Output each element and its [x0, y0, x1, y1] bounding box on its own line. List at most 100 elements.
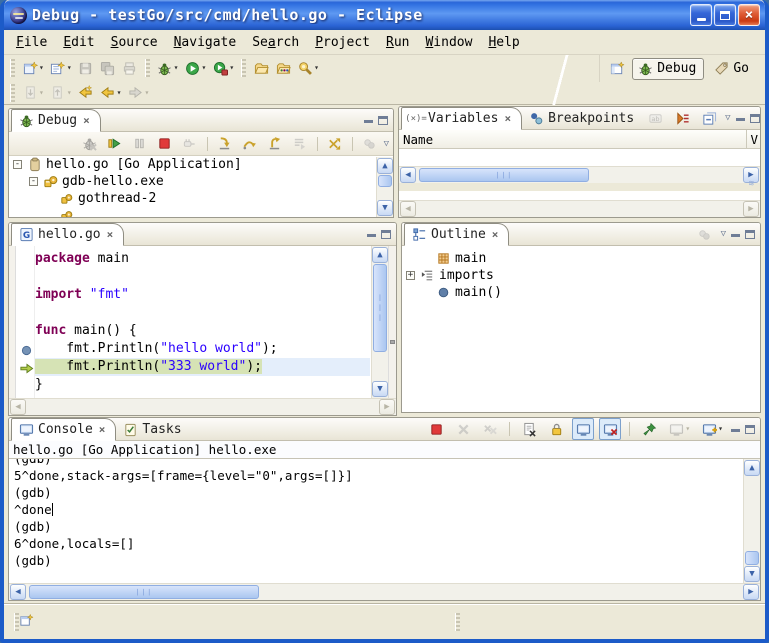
toolbar-gripper[interactable] [241, 59, 246, 77]
scroll-down-icon[interactable]: ▼ [372, 381, 388, 397]
detail-pane[interactable] [399, 191, 760, 200]
view-menu-icon[interactable]: ▽ [384, 139, 389, 149]
tree-item-hellogo[interactable]: -hello.go [Go Application] [9, 156, 393, 173]
terminate-button[interactable] [425, 418, 447, 440]
code-line-8[interactable]: } [35, 376, 370, 394]
display-selected-console-dropdown-icon[interactable]: ▾ [685, 425, 690, 433]
scroll-up-icon[interactable]: ▲ [372, 247, 388, 263]
step-into-button[interactable] [214, 133, 236, 155]
tab-variables[interactable]: (×)=Variables× [401, 107, 522, 130]
menu-help[interactable]: Help [480, 32, 527, 53]
forward-dropdown-icon[interactable]: ▾ [144, 89, 149, 97]
search-button[interactable]: ▾ [294, 57, 322, 79]
add-global-variables-button[interactable] [671, 107, 693, 129]
view-minimize-icon[interactable] [731, 234, 740, 237]
collapse-icon[interactable]: - [13, 160, 22, 169]
perspective-debug-button[interactable]: Debug [632, 58, 704, 80]
scroll-right-icon[interactable]: ▶ [743, 584, 759, 600]
menu-window[interactable]: Window [417, 32, 480, 53]
run-launch-dropdown-icon[interactable]: ▾ [201, 64, 206, 72]
breakpoint-icon[interactable] [18, 342, 32, 356]
scroll-thumb[interactable] [745, 551, 759, 565]
scroll-up-icon[interactable]: ▲ [377, 158, 393, 174]
prev-annotation-dropdown-icon[interactable]: ▾ [67, 89, 72, 97]
open-perspective-button[interactable] [606, 58, 628, 80]
debug-launch-button[interactable]: ▾ [154, 57, 182, 79]
tab-close-icon[interactable]: × [492, 228, 499, 241]
scroll-thumb[interactable]: ❘❘❘ [29, 585, 259, 599]
code-line-7[interactable]: fmt.Println("333 world"); [35, 358, 370, 376]
detail-hscrollbar[interactable]: ◀ ▶ [399, 200, 760, 217]
last-edit-location-button[interactable] [75, 82, 97, 104]
back-dropdown-icon[interactable]: ▾ [117, 89, 122, 97]
code-line-4[interactable] [35, 304, 370, 322]
open-resource-button[interactable] [250, 57, 272, 79]
view-maximize-icon[interactable] [381, 230, 391, 239]
toolbar-gripper[interactable] [145, 59, 150, 77]
console-vscrollbar[interactable]: ▲ ▼ [743, 459, 760, 583]
next-annotation-dropdown-icon[interactable]: ▾ [39, 89, 44, 97]
pin-console-button[interactable] [638, 418, 660, 440]
perspective-go-button[interactable]: Go [708, 58, 757, 80]
view-menu-icon[interactable]: ▽ [725, 113, 730, 123]
menu-file[interactable]: File [8, 32, 55, 53]
resume-button[interactable] [104, 133, 126, 155]
code-line-5[interactable]: func main() { [35, 322, 370, 340]
tab-close-icon[interactable]: × [83, 114, 90, 127]
tree-item-main[interactable]: main() [402, 284, 760, 301]
view-maximize-icon[interactable] [745, 425, 755, 434]
view-minimize-icon[interactable] [736, 118, 745, 121]
tab-hello.go[interactable]: Ghello.go× [11, 223, 124, 246]
overview-annotation[interactable] [390, 340, 395, 344]
code-line-1[interactable]: package main [35, 250, 370, 268]
undefined-button[interactable] [509, 422, 510, 436]
close-button[interactable]: × [738, 4, 760, 26]
column-value[interactable]: V [746, 130, 758, 148]
tab-tasks[interactable]: Tasks [116, 418, 191, 440]
view-minimize-icon[interactable] [364, 120, 373, 123]
tree-item-gdb-helloexe[interactable]: -gdb-hello.exe [9, 173, 393, 190]
undefined-button[interactable] [629, 422, 630, 436]
scroll-left-icon[interactable]: ◀ [400, 167, 416, 183]
scroll-left-icon[interactable]: ◀ [10, 584, 26, 600]
menu-edit[interactable]: Edit [55, 32, 102, 53]
new-wizard-dropdown-icon[interactable]: ▾ [39, 64, 44, 72]
new-wizard-button[interactable]: ▾ [19, 57, 47, 79]
clear-console-button[interactable] [518, 418, 540, 440]
step-over-button[interactable] [239, 133, 261, 155]
code-line-6[interactable]: fmt.Println("hello world"); [35, 340, 370, 358]
menu-search[interactable]: Search [244, 32, 307, 53]
editor-hscrollbar[interactable]: ◀ ▶ [9, 398, 396, 415]
code-line-3[interactable]: import "fmt" [35, 286, 370, 304]
tab-debug[interactable]: Debug× [11, 109, 101, 132]
console-hscrollbar[interactable]: ◀ ❘❘❘ ▶ [9, 583, 760, 600]
scroll-thumb[interactable]: ❘❘❘ [373, 264, 387, 352]
show-stderr-button[interactable] [599, 418, 621, 440]
code-line-2[interactable] [35, 268, 370, 286]
tab-breakpoints[interactable]: Breakpoints [522, 107, 644, 129]
scroll-up-icon[interactable]: ▲ [744, 460, 760, 476]
tree-item-gothread-2[interactable]: gothread-2 [9, 190, 393, 207]
variables-empty-row[interactable] [399, 149, 760, 165]
search-dropdown-icon[interactable]: ▾ [314, 64, 319, 72]
scroll-thumb[interactable] [378, 175, 392, 187]
editor-code-area[interactable]: package main import "fmt" func main() { fm… [35, 250, 370, 394]
new-source-dropdown-icon[interactable]: ▾ [67, 64, 72, 72]
tree-item-imports[interactable]: +imports [402, 267, 760, 284]
instruction-pointer-icon[interactable] [18, 360, 32, 374]
new-source-button[interactable]: ▾ [47, 57, 75, 79]
maximize-button[interactable] [714, 4, 736, 26]
menu-source[interactable]: Source [103, 32, 166, 53]
run-launch-button[interactable]: ▾ [181, 57, 209, 79]
scroll-down-icon[interactable]: ▼ [744, 566, 760, 582]
terminate-button[interactable] [154, 133, 176, 155]
view-maximize-icon[interactable] [750, 114, 760, 123]
step-return-button[interactable] [264, 133, 286, 155]
open-console-dropdown-icon[interactable]: ▾ [718, 425, 723, 433]
use-step-filters-button[interactable] [324, 133, 346, 155]
tree-item-main[interactable]: main [402, 250, 760, 267]
minimize-button[interactable] [690, 4, 712, 26]
external-tools-dropdown-icon[interactable]: ▾ [229, 64, 234, 72]
variables-column-headers[interactable]: Name V [399, 130, 760, 149]
column-name[interactable]: Name [403, 132, 433, 147]
